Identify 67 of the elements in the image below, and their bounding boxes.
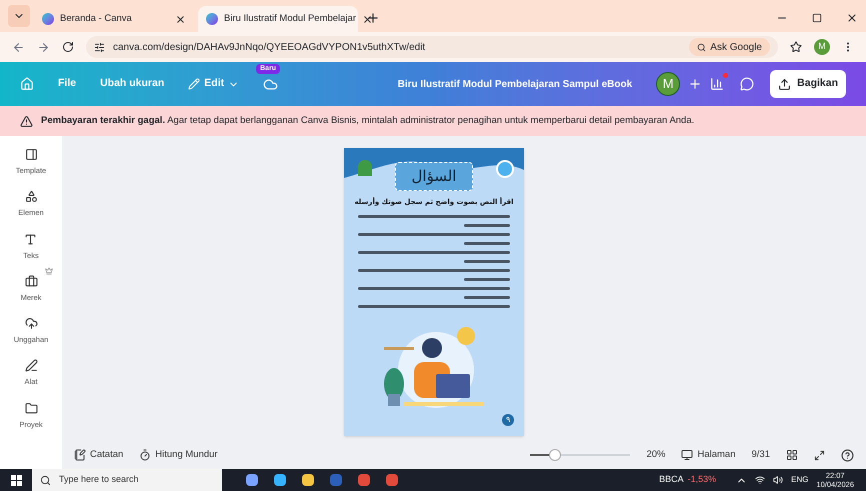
add-user-icon[interactable] [688, 77, 702, 91]
canva-logo-icon [42, 13, 54, 25]
share-icon [778, 78, 792, 90]
browser-tab[interactable]: Beranda - Canva [34, 6, 194, 32]
pencil-icon [188, 78, 200, 90]
stock-change: -1,53% [688, 473, 716, 486]
language-indicator: ENG [791, 474, 808, 486]
zoom-slider[interactable] [530, 449, 630, 461]
pages-button[interactable]: Halaman [681, 448, 736, 462]
restore-icon[interactable] [812, 13, 822, 23]
address-bar[interactable]: canva.com/design/DAHAv9JnNqo/QYEEOAGdVYPON1v5uthXTw/edit Ask Google [86, 36, 778, 58]
pen-icon [24, 359, 38, 372]
taskbar-app-icon[interactable] [274, 474, 286, 486]
close-icon[interactable] [846, 12, 858, 24]
grid-view-icon[interactable] [786, 449, 798, 461]
logo-icon [358, 160, 372, 176]
ask-google-button[interactable]: Ask Google [689, 38, 770, 56]
help-icon[interactable] [841, 448, 854, 462]
search-placeholder: Type here to search [59, 473, 139, 486]
page-title-banner: السؤال [394, 162, 474, 190]
alert-text: Pembayaran terakhir gagal. Agar tetap dapat berlangganan Canva Bisnis, mintalah administrator penagihan untuk memperbarui detail pembayaran Anda. [41, 114, 694, 128]
close-icon[interactable] [175, 14, 186, 24]
site-settings-icon [94, 42, 105, 52]
cloud-upload-icon [24, 317, 38, 330]
text-icon [24, 232, 38, 246]
analytics-icon[interactable] [710, 77, 724, 91]
tab-title: Biru Ilustratif Modul Pembelajar [224, 12, 356, 26]
taskbar-app-icon[interactable] [358, 474, 370, 486]
shapes-icon [24, 190, 38, 204]
cloud-save-icon[interactable] [263, 76, 278, 92]
briefcase-icon [24, 274, 38, 288]
design-title: Biru Ilustratif Modul Pembelajaran Sampul eBook [398, 78, 632, 92]
stock-name: BBCA [659, 473, 684, 486]
warning-icon [20, 114, 33, 128]
taskbar-app-icon[interactable] [246, 474, 258, 486]
back-icon[interactable] [12, 40, 25, 54]
url-text: canva.com/design/DAHAv9JnNqo/QYEEOAGdVYPON1v5uthXTw/edit [113, 40, 426, 54]
wifi-icon [755, 475, 766, 485]
zoom-reading: 20% [646, 448, 666, 462]
taskbar-search-field[interactable]: Type here to search [32, 469, 222, 491]
page-count: 9/31 [752, 448, 770, 462]
monitor-icon [681, 449, 694, 461]
share-button[interactable]: Bagikan [770, 70, 846, 98]
volume-icon [773, 475, 784, 485]
reload-icon[interactable] [62, 41, 74, 53]
template-icon [24, 148, 38, 161]
forward-icon[interactable] [37, 40, 50, 54]
bookmark-icon[interactable] [790, 41, 802, 53]
slider-thumb[interactable] [549, 449, 562, 461]
comment-icon[interactable] [740, 77, 754, 91]
canva-logo-icon [206, 13, 218, 25]
fullscreen-icon[interactable] [814, 450, 825, 460]
notes-button[interactable]: Catatan [74, 448, 124, 462]
timer-icon [139, 449, 152, 461]
page-number: ٩ [502, 414, 514, 426]
close-icon[interactable] [362, 14, 373, 24]
timer-button[interactable]: Hitung Mundur [139, 448, 218, 462]
folder-icon [24, 402, 38, 414]
taskbar-app-icon[interactable] [302, 474, 314, 486]
home-icon[interactable] [20, 77, 34, 91]
notes-icon [74, 449, 86, 461]
tab-list-button[interactable] [8, 5, 30, 27]
tab-title: Beranda - Canva [60, 12, 133, 26]
lens-icon [697, 42, 706, 52]
taskbar-app-icon[interactable] [386, 474, 398, 486]
search-icon [40, 474, 51, 486]
new-tab-icon[interactable] [366, 11, 380, 25]
